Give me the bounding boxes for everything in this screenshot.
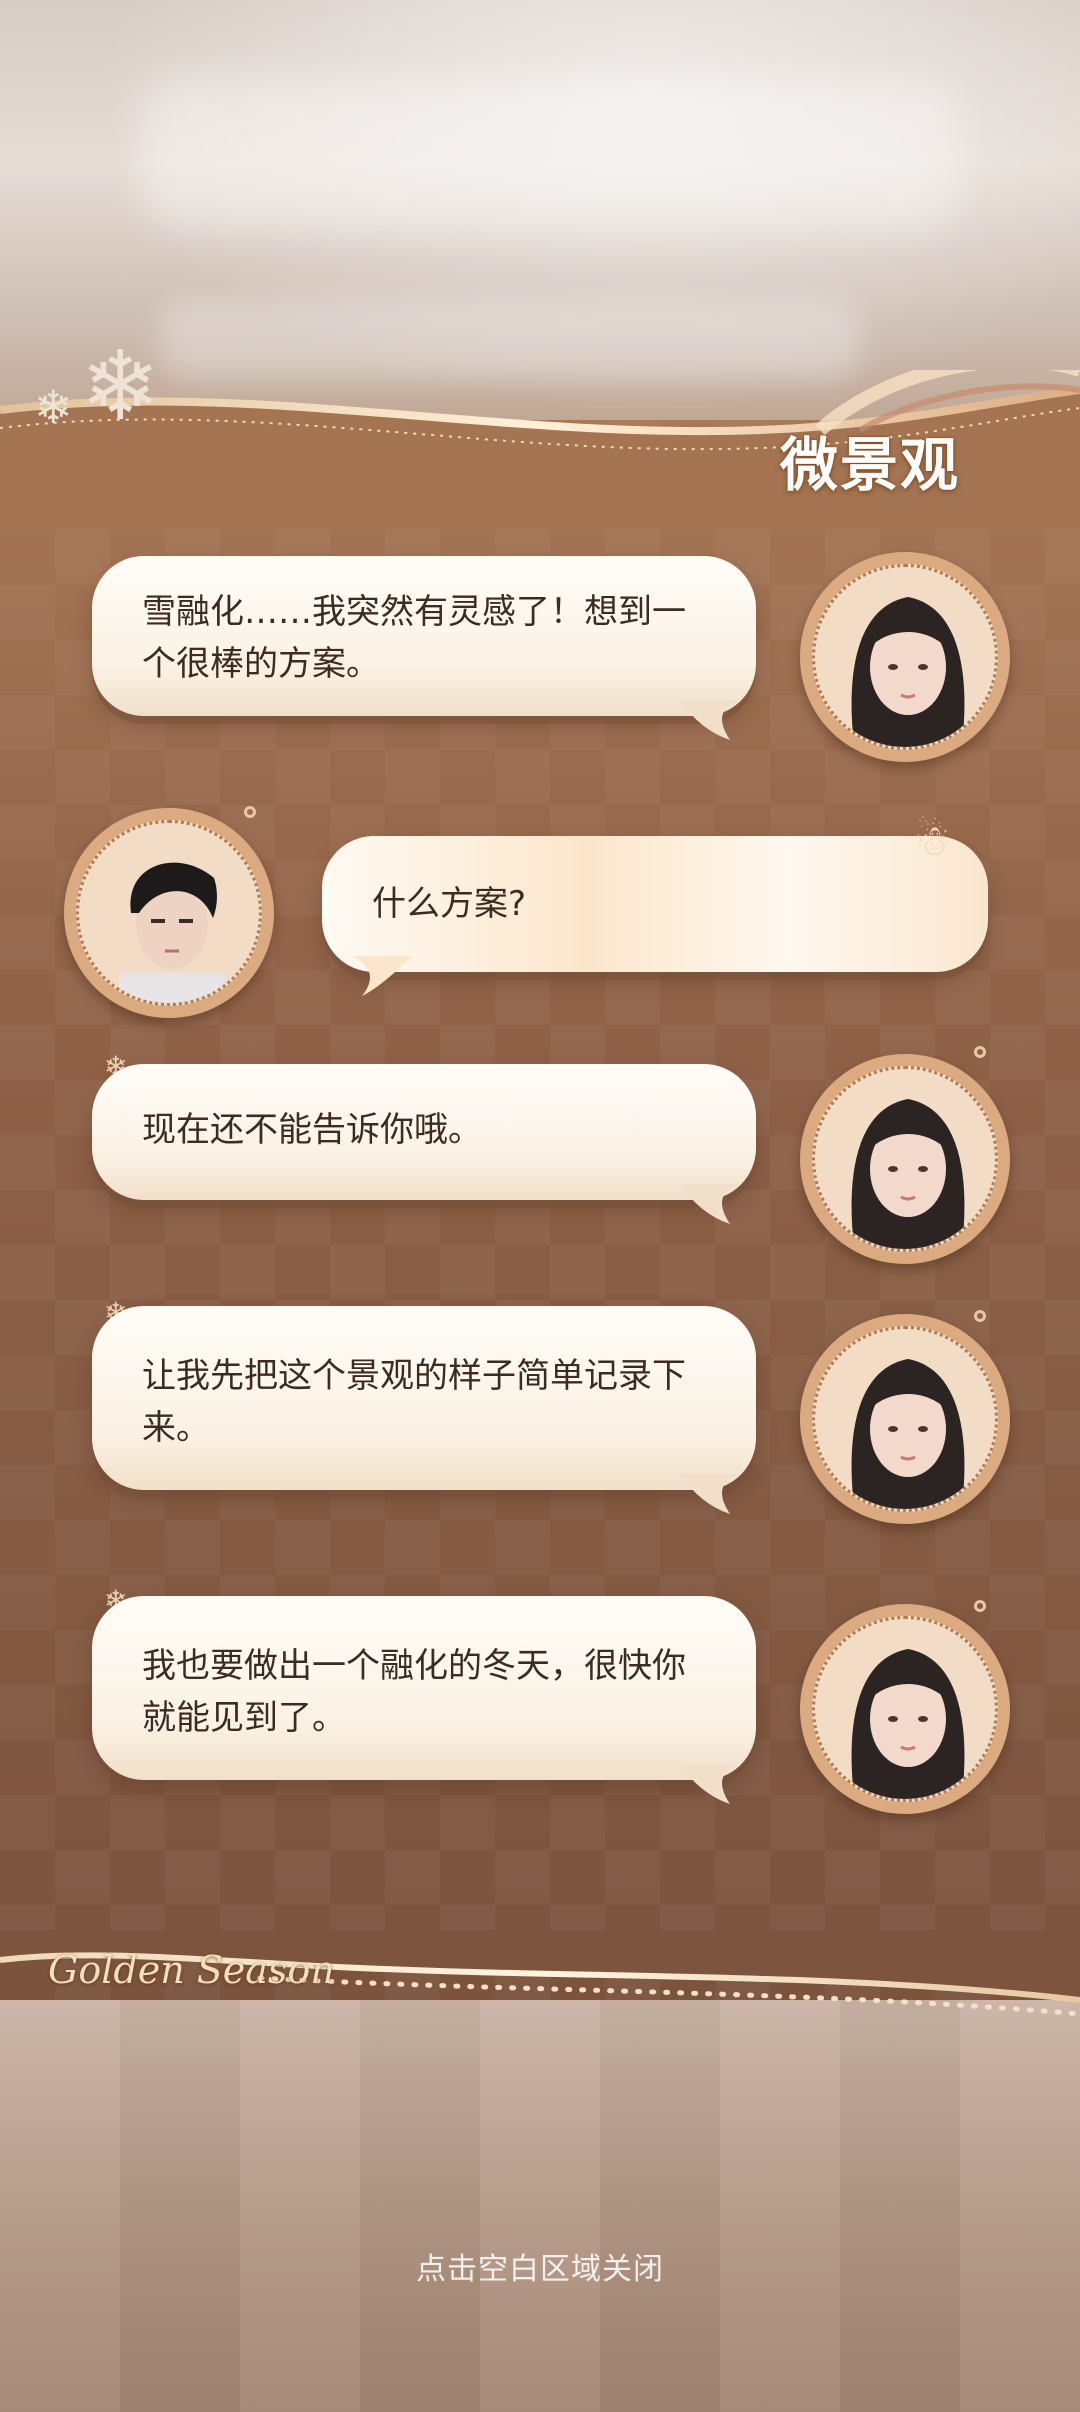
chat-bubble: 现在还不能告诉你哦。 [92,1064,756,1200]
male-portrait [119,862,225,1003]
avatar-heroine[interactable] [800,552,1010,762]
avatar-heroine[interactable] [800,1314,1010,1524]
bubble-tail [680,700,740,740]
chat-bubble: 让我先把这个景观的样子简单记录下来。 [92,1306,756,1490]
scene-light [140,80,960,230]
page-title: 微景观 [779,431,960,499]
message-text: 什么方案? [372,884,527,924]
bubble-tail [680,1474,740,1514]
close-hint[interactable]: 点击空白区域关闭 [0,2244,1080,2288]
chat-bubble: 我也要做出一个融化的冬天，很快你就能见到了。 [92,1596,756,1780]
message-text: 现在还不能告诉你哦。 [142,1110,482,1150]
bubble-tail [352,956,412,996]
chat-bubble: 雪融化……我突然有灵感了！想到一个很棒的方案。 [92,556,756,716]
heroine-portrait [851,597,965,747]
chat-bubble: 什么方案? [322,836,988,972]
close-area[interactable] [0,2000,1080,2412]
snowflake-icon: ❄ [34,380,73,434]
message-text: 让我先把这个景观的样子简单记录下来。 [142,1356,686,1448]
avatar-frame [76,820,262,1006]
avatar-frame [812,1326,998,1512]
bubble-tail [680,1184,740,1224]
avatar-male[interactable] [64,808,274,1018]
bottom-curtain [0,2000,1080,2412]
avatar-frame [812,1616,998,1802]
message-text: 雪融化……我突然有灵感了！想到一个很棒的方案。 [142,592,686,684]
avatar-frame [812,1066,998,1252]
snowman-icon: ☃ [914,816,952,865]
decor-dot [974,1046,986,1058]
message-text: 我也要做出一个融化的冬天，很快你就能见到了。 [142,1646,686,1738]
season-logo: Golden Season [48,1948,335,1992]
decor-dot [244,806,256,818]
avatar-frame [812,564,998,750]
heroine-portrait [851,1649,965,1799]
snowflake-icon: ❄ [80,330,161,442]
decor-dot [974,1310,986,1322]
heroine-portrait [851,1099,965,1249]
avatar-heroine[interactable] [800,1604,1010,1814]
scene-light [160,300,860,380]
heroine-portrait [851,1359,965,1509]
avatar-heroine[interactable] [800,1054,1010,1264]
bubble-tail [680,1764,740,1804]
decor-dot [974,1600,986,1612]
